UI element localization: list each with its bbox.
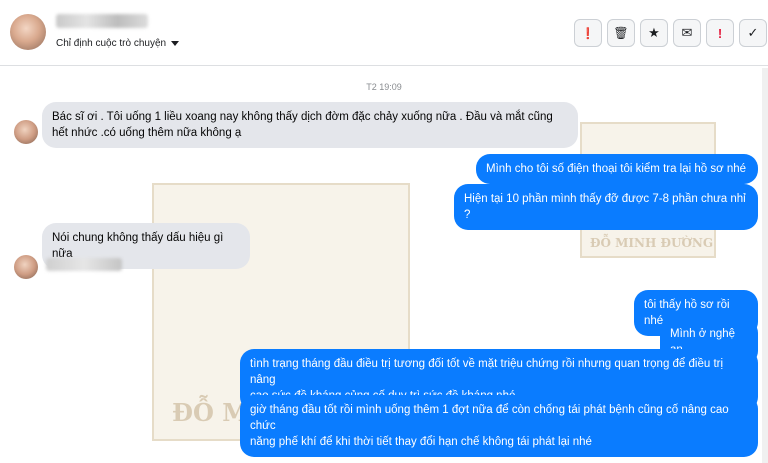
sender-avatar — [14, 120, 38, 144]
scrollbar[interactable] — [762, 68, 768, 463]
assign-conversation-label: Chỉ định cuộc trò chuyện — [56, 38, 167, 49]
spam-icon[interactable]: ! — [706, 19, 734, 47]
message-outgoing: Mình cho tôi số điện thoại tôi kiểm tra … — [476, 154, 758, 184]
sender-name-redacted — [46, 258, 122, 271]
message-incoming: Bác sĩ ơi . Tôi uống 1 liều xoang nay kh… — [42, 102, 578, 148]
message-outgoing: Hiện tại 10 phần mình thấy đỡ được 7-8 p… — [454, 184, 758, 230]
sender-avatar — [14, 255, 38, 279]
mail-icon[interactable]: ✉ — [673, 19, 701, 47]
watermark-pharmacy-name: ĐỖ MINH ĐƯỜNG — [590, 236, 714, 250]
conversation-toolbar: ❗ 🗑 ★ ✉ ! ✓ — [574, 19, 767, 47]
trash-icon[interactable]: 🗑 — [607, 19, 635, 47]
chevron-down-icon — [171, 41, 180, 46]
message-line: Bác sĩ ơi . Tôi uống 1 liều xoang nay kh… — [52, 111, 553, 123]
assign-conversation-dropdown[interactable]: Chỉ định cuộc trò chuyện — [56, 38, 180, 49]
message-line: hết nhức .có uống thêm nữa không ạ — [52, 127, 242, 139]
message-line: Hiện tại 10 phần mình thấy đỡ được 7-8 p… — [464, 193, 746, 221]
contact-name-redacted — [56, 14, 148, 28]
star-icon[interactable]: ★ — [640, 19, 668, 47]
watermark-text-left: ĐỖ M — [172, 398, 249, 427]
check-icon[interactable]: ✓ — [739, 19, 767, 47]
alert-circle-icon[interactable]: ❗ — [574, 19, 602, 47]
message-line: giờ tháng đầu tốt rồi mình uống thêm 1 đ… — [250, 404, 729, 432]
conversation-header: Chỉ định cuộc trò chuyện ❗ 🗑 ★ ✉ ! ✓ — [0, 0, 768, 66]
message-line: tình trạng tháng đầu điều trị tương đối … — [250, 358, 724, 386]
message-line: năng phế khí để khi thời tiết thay đổi h… — [250, 436, 592, 448]
message-line: Mình cho tôi số điện thoại tôi kiểm tra … — [486, 163, 747, 175]
contact-avatar[interactable] — [10, 14, 46, 50]
message-outgoing: giờ tháng đầu tốt rồi mình uống thêm 1 đ… — [240, 395, 758, 457]
message-timestamp: T2 19:09 — [366, 82, 402, 92]
